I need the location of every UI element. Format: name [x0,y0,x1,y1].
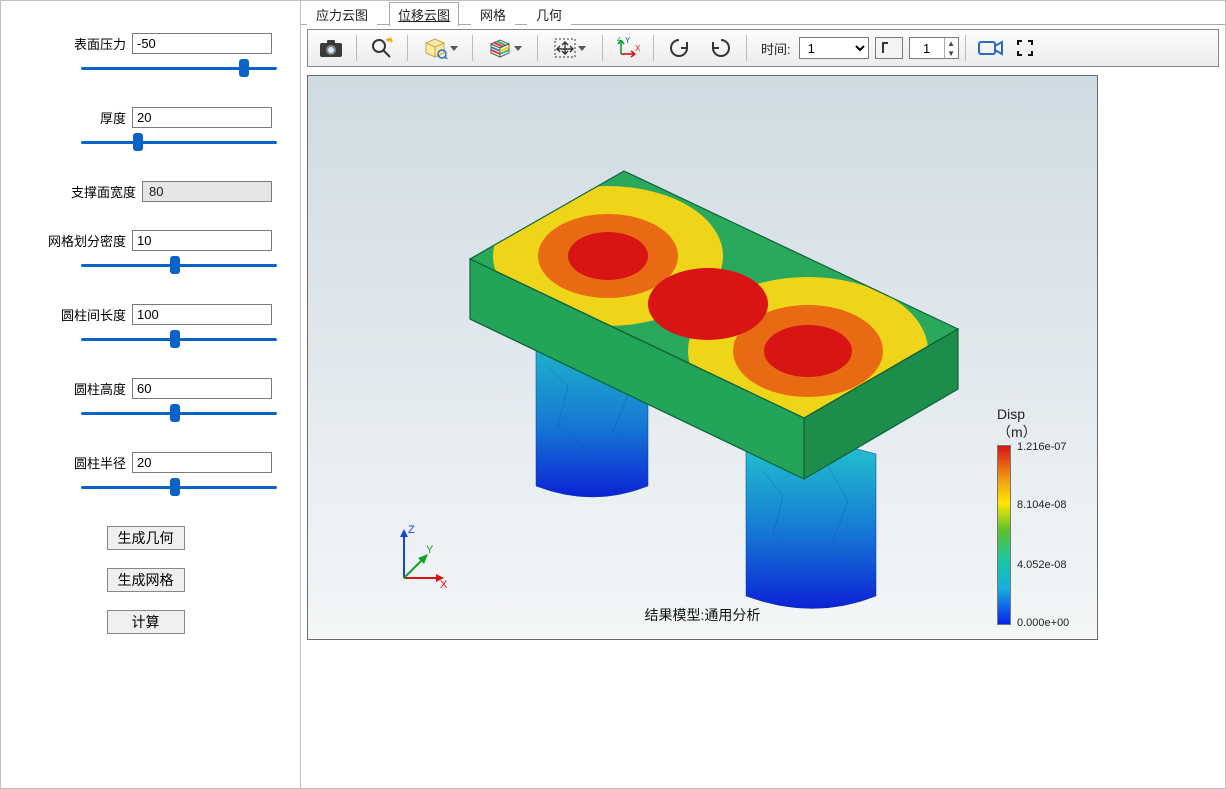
svg-text:Z: Z [617,37,622,43]
view-tab[interactable]: 几何 [527,2,571,26]
color-legend: Disp （m） 1.216e-07 8.104e-08 4.052e-08 0… [997,406,1087,625]
svg-text:Y: Y [426,544,434,556]
frame-spinner[interactable]: ▲ ▼ [909,37,959,59]
view-tab[interactable]: 应力云图 [307,2,377,26]
param-slider[interactable] [81,331,277,347]
param-label: 圆柱半径 [74,453,126,472]
param-slider[interactable] [81,60,277,76]
action-button[interactable]: 生成几何 [107,526,185,550]
view-tab[interactable]: 位移云图 [389,2,459,26]
param-input[interactable] [132,378,272,399]
time-label: 时间: [761,39,791,58]
viewer-toolbar: Z Y X 时间: 1 ▲ [307,29,1219,67]
rotate-ccw-button[interactable] [660,33,698,63]
svg-text:Y: Y [625,37,631,45]
legend-title-2: （m） [997,424,1037,440]
camera-button[interactable] [972,33,1010,63]
param-input[interactable] [132,230,272,251]
svg-text:X: X [440,579,448,591]
param-label: 网格划分密度 [48,231,126,250]
svg-text:X: X [635,44,641,53]
param-label: 圆柱高度 [74,379,126,398]
param-input[interactable] [132,107,272,128]
dropdown-caret-icon [514,46,522,51]
fullscreen-button[interactable] [1014,33,1036,63]
right-area: 应力云图位移云图网格几何 [301,1,1225,788]
param-slider[interactable] [81,405,277,421]
legend-title-1: Disp [997,406,1025,422]
viewport-caption: 结果模型:通用分析 [308,605,1097,625]
param-slider[interactable] [81,479,277,495]
viewport-3d[interactable]: Z Y X Disp （m） 1.216e-07 8.104e-08 [307,75,1098,640]
fit-view-dropdown[interactable] [544,33,596,63]
legend-bar [997,445,1011,625]
frame-down-button[interactable]: ▼ [944,48,958,58]
screenshot-button[interactable] [312,33,350,63]
param-row: 网格划分密度 [19,230,272,276]
param-row: 厚度 [19,107,272,153]
legend-tick: 4.052e-08 [1017,559,1067,571]
param-row: 支撑面宽度 80 [19,181,272,202]
orientation-triad: Z Y X [384,523,454,593]
time-select[interactable]: 1 [799,37,869,59]
dropdown-caret-icon [450,46,458,51]
action-button[interactable]: 计算 [107,610,185,634]
dropdown-caret-icon [578,46,586,51]
auto-zoom-button[interactable] [363,33,401,63]
legend-tick: 8.104e-08 [1017,499,1067,511]
view-tab[interactable]: 网格 [471,2,515,26]
color-cube-dropdown[interactable] [479,33,531,63]
param-row: 圆柱间长度 [19,304,272,350]
frame-up-button[interactable]: ▲ [944,38,958,48]
param-input[interactable] [132,452,272,473]
render-mode-dropdown[interactable] [414,33,466,63]
svg-text:Z: Z [408,524,415,536]
lock-aspect-toggle[interactable] [875,37,903,59]
rotate-cw-button[interactable] [702,33,740,63]
param-label: 厚度 [100,108,126,127]
param-display: 80 [142,181,272,202]
param-input[interactable] [132,33,272,54]
param-row: 圆柱半径 [19,452,272,498]
legend-tick: 1.216e-07 [1017,441,1067,453]
param-input[interactable] [132,304,272,325]
param-label: 圆柱间长度 [61,305,126,324]
param-slider[interactable] [81,134,277,150]
frame-value-input[interactable] [910,38,944,58]
param-label: 表面压力 [74,34,126,53]
parameter-panel: 表面压力厚度支撑面宽度 80 网格划分密度圆柱间长度圆柱高度圆柱半径 生成几何生成网… [1,1,301,788]
param-row: 表面压力 [19,33,272,79]
param-slider[interactable] [81,257,277,273]
view-tabs: 应力云图位移云图网格几何 [301,1,1225,25]
param-label: 支撑面宽度 [71,182,136,201]
axis-orientation-button[interactable]: Z Y X [609,33,647,63]
action-button[interactable]: 生成网格 [107,568,185,592]
param-row: 圆柱高度 [19,378,272,424]
app-root: 表面压力厚度支撑面宽度 80 网格划分密度圆柱间长度圆柱高度圆柱半径 生成几何生成网… [0,0,1226,789]
